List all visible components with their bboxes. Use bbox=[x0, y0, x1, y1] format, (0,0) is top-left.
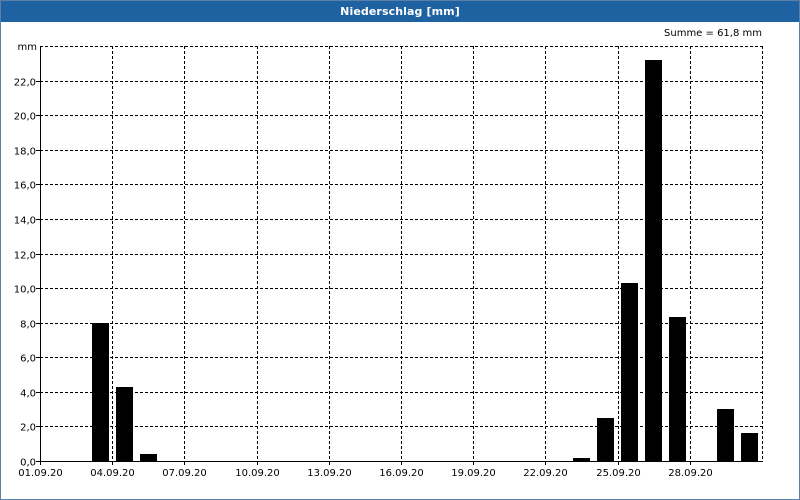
precip-bar bbox=[621, 283, 638, 461]
precip-bar bbox=[717, 409, 734, 461]
y-tick-label: 10,0 bbox=[14, 285, 36, 296]
x-tick-label: 16.09.20 bbox=[379, 468, 424, 479]
y-tick-label: 4,0 bbox=[20, 389, 36, 400]
y-tick-label: 18,0 bbox=[14, 147, 36, 158]
y-tick-label: 12,0 bbox=[14, 251, 36, 262]
precip-bar bbox=[573, 458, 590, 461]
precip-bar bbox=[92, 323, 109, 461]
precip-bar bbox=[116, 387, 133, 461]
y-axis-unit: mm bbox=[18, 42, 37, 53]
x-tick-label: 10.09.20 bbox=[235, 468, 280, 479]
y-tick-label: 6,0 bbox=[20, 354, 36, 365]
x-tick-label: 28.09.20 bbox=[668, 468, 713, 479]
x-tick-label: 13.09.20 bbox=[307, 468, 352, 479]
y-tick-label: 8,0 bbox=[20, 320, 36, 331]
x-tick-label: 01.09.20 bbox=[18, 468, 63, 479]
x-tick-label: 25.09.20 bbox=[596, 468, 641, 479]
y-tick-label: 20,0 bbox=[14, 112, 36, 123]
x-tick-labels: 01.09.20 04.09.20 07.09.20 10.09.20 13.09.20… bbox=[18, 468, 713, 479]
x-tick-label: 19.09.20 bbox=[451, 468, 496, 479]
y-tick-label: 14,0 bbox=[14, 216, 36, 227]
precip-bar bbox=[645, 60, 662, 461]
y-tick-label: 0,0 bbox=[20, 458, 36, 469]
y-tick-label: 16,0 bbox=[14, 181, 36, 192]
sum-label: Summe = 61,8 mm bbox=[664, 28, 762, 39]
x-tick-label: 07.09.20 bbox=[162, 468, 207, 479]
y-tick-label: 2,0 bbox=[20, 423, 36, 434]
precipitation-chart: Summe = 61,8 mm mm 0,0 2,0 4,0 6,0 8,0 10,0 12… bbox=[14, 28, 763, 479]
precip-bar bbox=[597, 418, 614, 461]
x-tick-label: 04.09.20 bbox=[90, 468, 135, 479]
precip-bar bbox=[669, 317, 686, 461]
precip-bar bbox=[741, 433, 758, 461]
precip-bar bbox=[140, 454, 157, 461]
y-tick-label: 22,0 bbox=[14, 78, 36, 89]
y-tick-labels: 0,0 2,0 4,0 6,0 8,0 10,0 12,0 14,0 16,0 18,0 20,0 2… bbox=[14, 78, 36, 469]
bar-series bbox=[92, 60, 758, 461]
x-tick-label: 22.09.20 bbox=[523, 468, 568, 479]
